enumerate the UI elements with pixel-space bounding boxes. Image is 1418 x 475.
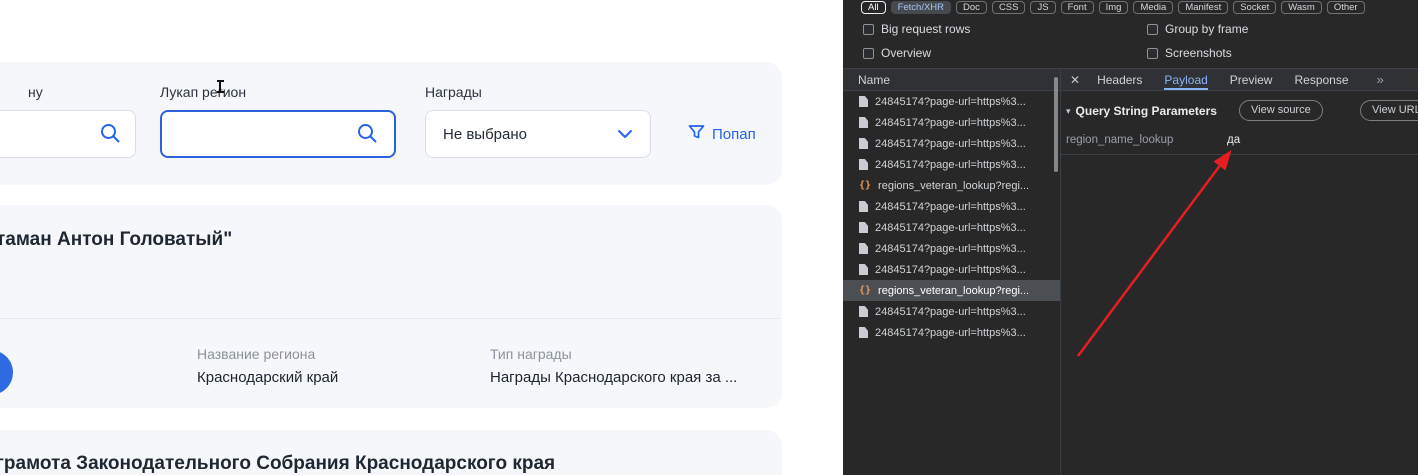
close-icon[interactable]: ✕ bbox=[1070, 73, 1080, 87]
checkbox-icon bbox=[1147, 47, 1158, 59]
screen: ну Лукап регион Награды Не выбрано Попап… bbox=[0, 0, 1418, 475]
popup-filter-button[interactable]: Попап bbox=[688, 122, 756, 146]
caret-down-icon: ▾ bbox=[1066, 105, 1071, 116]
json-icon: {} bbox=[859, 285, 872, 296]
request-row[interactable]: 24845174?page-url=https%3... bbox=[843, 322, 1060, 343]
filter-chip-css[interactable]: CSS bbox=[991, 1, 1026, 14]
filter-chip-manifest[interactable]: Manifest bbox=[1178, 1, 1229, 14]
list-scrollbar-thumb[interactable] bbox=[1054, 77, 1058, 172]
filter-chip-doc[interactable]: Doc bbox=[956, 1, 987, 14]
request-row[interactable]: 24845174?page-url=https%3... bbox=[843, 217, 1060, 238]
big-request-rows-checkbox[interactable]: Big request rows bbox=[863, 22, 970, 36]
overview-label: Overview bbox=[881, 46, 932, 60]
query-string-parameters-toggle[interactable]: ▾ Query String Parameters bbox=[1066, 104, 1217, 118]
filter-chip-other[interactable]: Other bbox=[1326, 1, 1365, 14]
request-row-selected[interactable]: {} regions_veteran_lookup?regi... bbox=[843, 280, 1060, 301]
filter-chip-fetch-xhr[interactable]: Fetch/XHR bbox=[890, 1, 952, 14]
filter-chip-all[interactable]: All bbox=[861, 1, 886, 14]
view-url-encoded-button[interactable]: View URL-encoded bbox=[1360, 100, 1418, 121]
search-icon bbox=[356, 122, 378, 144]
request-list: Name 24845174?page-url=https%3... 248451… bbox=[843, 69, 1060, 475]
tab-response[interactable]: Response bbox=[1294, 69, 1348, 90]
popup-filter-label: Попап bbox=[712, 125, 756, 143]
filter-chip-wasm[interactable]: Wasm bbox=[1281, 1, 1322, 14]
name-column-header[interactable]: Name bbox=[843, 69, 1060, 91]
tab-payload[interactable]: Payload bbox=[1164, 69, 1209, 90]
funnel-icon bbox=[688, 124, 705, 144]
network-grid: Name 24845174?page-url=https%3... 248451… bbox=[843, 68, 1418, 475]
request-row[interactable]: 24845174?page-url=https%3... bbox=[843, 133, 1060, 154]
document-icon bbox=[859, 243, 868, 254]
request-row[interactable]: 24845174?page-url=https%3... bbox=[843, 196, 1060, 217]
json-icon: {} bbox=[859, 180, 872, 191]
checkbox-icon bbox=[1147, 23, 1158, 35]
document-icon bbox=[859, 117, 868, 128]
view-source-button[interactable]: View source bbox=[1239, 100, 1323, 121]
query-param-value: да bbox=[1227, 134, 1241, 146]
request-row[interactable]: 24845174?page-url=https%3... bbox=[843, 112, 1060, 133]
truncated-field-label: ну bbox=[28, 84, 43, 100]
filter-chip-media[interactable]: Media bbox=[1133, 1, 1174, 14]
document-icon bbox=[859, 201, 868, 212]
award-type-value: Награды Краснодарского края за ... bbox=[490, 369, 738, 386]
request-row[interactable]: 24845174?page-url=https%3... bbox=[843, 301, 1060, 322]
region-name-label: Название региона bbox=[197, 346, 316, 362]
awards-select[interactable]: Не выбрано bbox=[425, 110, 651, 158]
awards-select-value: Не выбрано bbox=[443, 125, 527, 143]
filter-chip-img[interactable]: Img bbox=[1098, 1, 1129, 14]
screenshots-label: Screenshots bbox=[1165, 46, 1232, 60]
more-tabs-icon[interactable]: » bbox=[1377, 72, 1384, 87]
filter-chip-socket[interactable]: Socket bbox=[1233, 1, 1277, 14]
group-by-frame-checkbox[interactable]: Group by frame bbox=[1147, 22, 1248, 36]
region-name-value: Краснодарский край bbox=[197, 369, 339, 386]
checkbox-icon bbox=[863, 23, 874, 35]
filter-chip-js[interactable]: JS bbox=[1030, 1, 1056, 14]
tab-headers[interactable]: Headers bbox=[1097, 69, 1142, 90]
document-icon bbox=[859, 264, 868, 275]
request-type-filter-bar: All Fetch/XHR Doc CSS JS Font Img Media … bbox=[861, 1, 1365, 14]
document-icon bbox=[859, 306, 868, 317]
web-page: ну Лукап регион Награды Не выбрано Попап… bbox=[0, 0, 843, 475]
overview-checkbox[interactable]: Overview bbox=[863, 46, 931, 60]
entry-title: таман Антон Головатый" bbox=[0, 229, 233, 250]
checkbox-icon bbox=[863, 47, 874, 59]
award-type-label: Тип награды bbox=[490, 346, 572, 362]
tab-preview[interactable]: Preview bbox=[1230, 69, 1273, 90]
request-row[interactable]: 24845174?page-url=https%3... bbox=[843, 91, 1060, 112]
document-icon bbox=[859, 138, 868, 149]
devtools-network-panel: All Fetch/XHR Doc CSS JS Font Img Media … bbox=[843, 0, 1418, 475]
name-column-header-label: Name bbox=[858, 72, 891, 87]
region-lookup-label: Лукап регион bbox=[160, 84, 247, 100]
awards-label: Награды bbox=[425, 84, 482, 100]
request-detail-pane: ✕ Headers Payload Preview Response » ▾ Q… bbox=[1060, 69, 1418, 475]
request-row[interactable]: {} regions_veteran_lookup?regi... bbox=[843, 175, 1060, 196]
query-param-name: region_name_lookup bbox=[1066, 134, 1174, 146]
group-by-frame-label: Group by frame bbox=[1165, 22, 1249, 36]
text-cursor-pointer bbox=[216, 80, 224, 93]
search-icon bbox=[99, 122, 121, 144]
document-icon bbox=[859, 96, 868, 107]
next-entry-title: грамота Законодательного Собрания Красно… bbox=[0, 453, 556, 474]
request-row[interactable]: 24845174?page-url=https%3... bbox=[843, 238, 1060, 259]
filter-chip-font[interactable]: Font bbox=[1060, 1, 1094, 14]
document-icon bbox=[859, 222, 868, 233]
divider bbox=[0, 318, 780, 319]
section-title: Query String Parameters bbox=[1075, 104, 1217, 118]
document-icon bbox=[859, 327, 868, 338]
document-icon bbox=[859, 159, 868, 170]
request-row[interactable]: 24845174?page-url=https%3... bbox=[843, 259, 1060, 280]
big-request-rows-label: Big request rows bbox=[881, 22, 971, 36]
request-row[interactable]: 24845174?page-url=https%3... bbox=[843, 154, 1060, 175]
query-string-parameters-section: ▾ Query String Parameters View source Vi… bbox=[1061, 91, 1418, 155]
chevron-down-icon bbox=[617, 126, 633, 143]
detail-tabs-bar: ✕ Headers Payload Preview Response » bbox=[1061, 69, 1418, 91]
screenshots-checkbox[interactable]: Screenshots bbox=[1147, 46, 1232, 60]
query-param-row: region_name_lookup да bbox=[1066, 134, 1418, 146]
